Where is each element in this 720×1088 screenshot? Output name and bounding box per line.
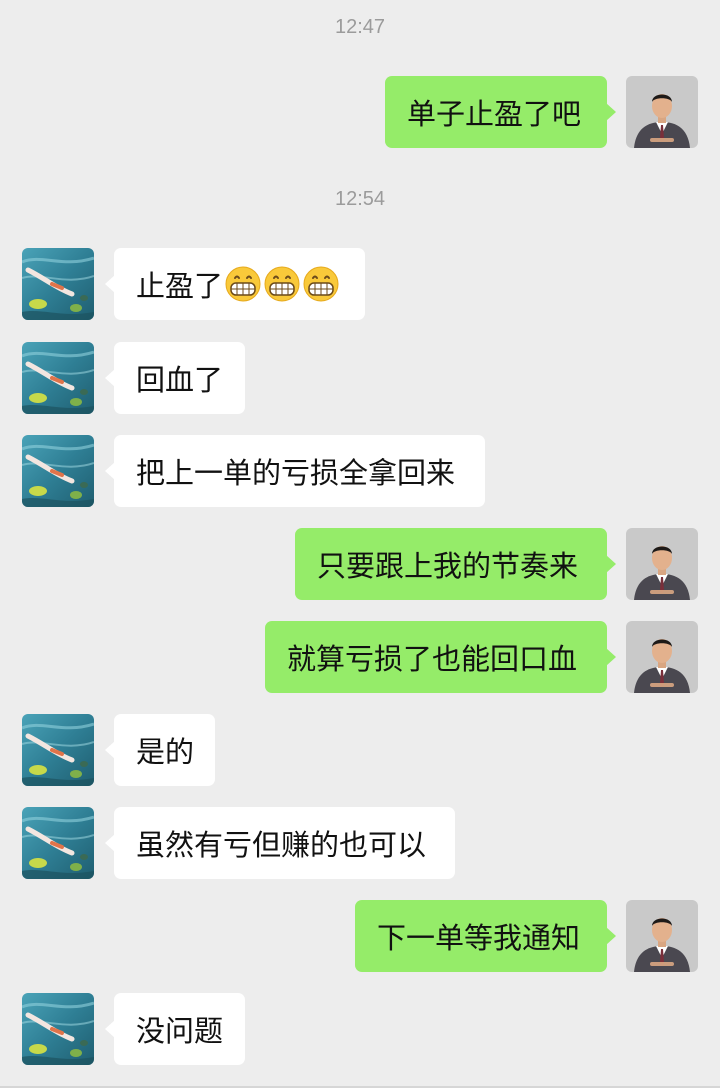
message-text: 虽然有亏但赚的也可以 xyxy=(136,828,427,862)
contact-avatar-self[interactable] xyxy=(626,528,698,600)
outgoing-message-bubble[interactable]: 只要跟上我的节奏来 xyxy=(295,528,616,600)
timestamp: 12:54 xyxy=(334,188,386,210)
contact-avatar-self[interactable] xyxy=(626,900,698,972)
contact-avatar-self[interactable] xyxy=(626,621,698,693)
contact-avatar-other[interactable] xyxy=(22,248,94,320)
contact-avatar-other[interactable] xyxy=(22,807,94,879)
incoming-message-bubble[interactable]: 回血了 xyxy=(105,342,245,414)
incoming-message-bubble[interactable]: 把上一单的亏损全拿回来 xyxy=(105,435,485,507)
incoming-message-bubble[interactable]: 没问题 xyxy=(105,993,245,1065)
contact-avatar-other[interactable] xyxy=(22,714,94,786)
incoming-message-bubble[interactable]: 虽然有亏但赚的也可以 xyxy=(105,807,455,879)
koi-pond-avatar-image xyxy=(22,714,94,786)
chat-message-list[interactable]: 12:47 单子止盈了吧 12:54 止盈了 回血了 把上一单的亏损全拿回来 只… xyxy=(0,0,720,1088)
message-text: 把上一单的亏损全拿回来 xyxy=(136,456,456,490)
outgoing-message-bubble[interactable]: 下一单等我通知 xyxy=(355,900,616,972)
incoming-message-bubble[interactable]: 止盈了 xyxy=(105,248,365,320)
message-text: 单子止盈了吧 xyxy=(407,97,582,131)
outgoing-message-bubble[interactable]: 单子止盈了吧 xyxy=(385,76,616,148)
contact-avatar-self[interactable] xyxy=(626,76,698,148)
man-in-suit-avatar-image xyxy=(626,76,698,148)
grin-icon xyxy=(263,265,301,303)
message-text: 没问题 xyxy=(136,1014,224,1048)
grin-icon xyxy=(224,265,262,303)
grin-icon xyxy=(302,265,340,303)
message-text: 止盈了 xyxy=(136,269,224,303)
koi-pond-avatar-image xyxy=(22,993,94,1065)
contact-avatar-other[interactable] xyxy=(22,342,94,414)
message-text: 只要跟上我的节奏来 xyxy=(317,549,579,583)
man-in-suit-avatar-image xyxy=(626,900,698,972)
message-text: 回血了 xyxy=(136,363,224,397)
man-in-suit-avatar-image xyxy=(626,528,698,600)
koi-pond-avatar-image xyxy=(22,342,94,414)
man-in-suit-avatar-image xyxy=(626,621,698,693)
koi-pond-avatar-image xyxy=(22,807,94,879)
incoming-message-bubble[interactable]: 是的 xyxy=(105,714,215,786)
contact-avatar-other[interactable] xyxy=(22,435,94,507)
message-text: 就算亏损了也能回口血 xyxy=(287,642,578,676)
contact-avatar-other[interactable] xyxy=(22,993,94,1065)
timestamp: 12:47 xyxy=(334,16,386,38)
outgoing-message-bubble[interactable]: 就算亏损了也能回口血 xyxy=(265,621,616,693)
koi-pond-avatar-image xyxy=(22,435,94,507)
message-text: 下一单等我通知 xyxy=(377,921,581,955)
message-text: 是的 xyxy=(136,735,195,769)
koi-pond-avatar-image xyxy=(22,248,94,320)
